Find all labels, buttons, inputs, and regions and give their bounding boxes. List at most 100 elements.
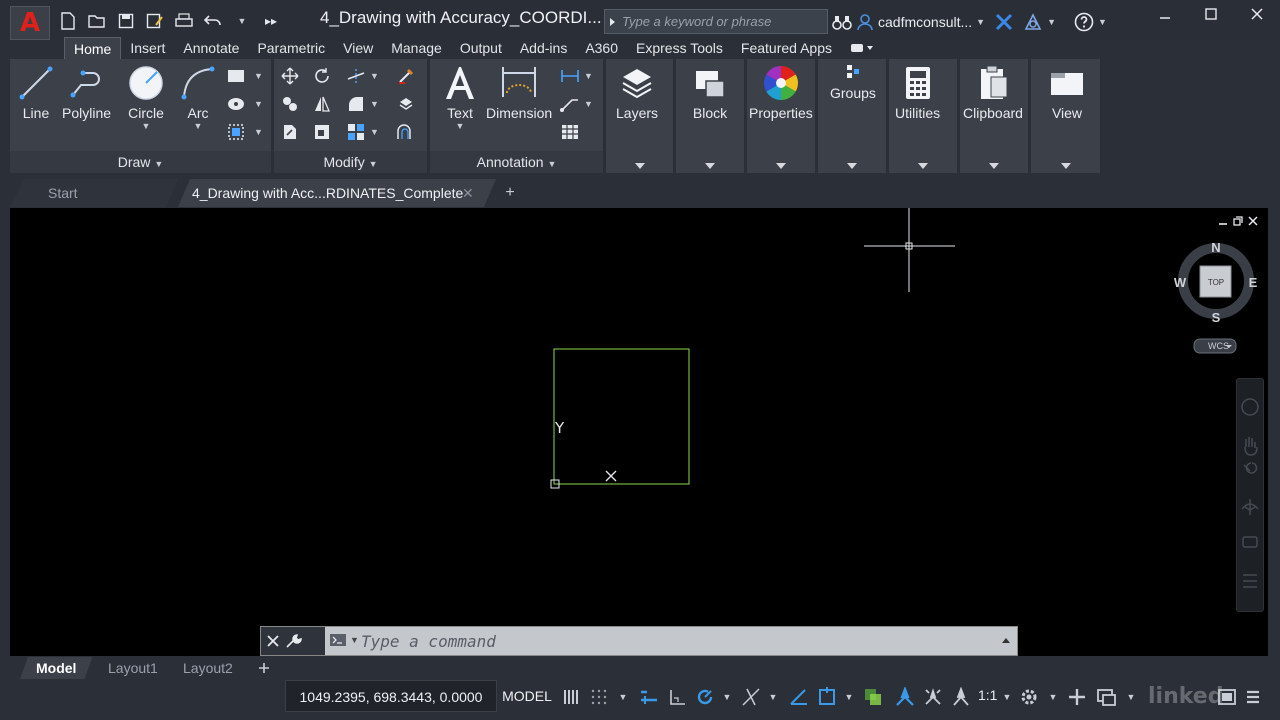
pan-icon[interactable] bbox=[1244, 437, 1258, 456]
application-menu-button[interactable]: A bbox=[10, 6, 50, 40]
ribbon-minimize-toggle[interactable] bbox=[841, 37, 883, 59]
properties-tool[interactable]: Properties bbox=[749, 63, 813, 121]
tab-express-tools[interactable]: Express Tools bbox=[627, 37, 732, 59]
polar-tracking-icon[interactable] bbox=[694, 686, 716, 708]
command-prompt-icon[interactable]: ▼ bbox=[329, 632, 359, 648]
boundary-dropdown-icon[interactable]: ▼ bbox=[254, 127, 263, 137]
new-tab-button[interactable]: + bbox=[498, 183, 522, 203]
tab-a360[interactable]: A360 bbox=[576, 37, 627, 59]
zoom-extents-icon[interactable] bbox=[1243, 462, 1258, 474]
text-tool[interactable]: Text ▼ bbox=[440, 63, 480, 131]
boundary-icon[interactable] bbox=[224, 121, 248, 143]
scale-icon[interactable] bbox=[310, 121, 334, 143]
dimension-tool[interactable]: Dimension bbox=[486, 63, 552, 121]
close-tab-icon[interactable]: ✕ bbox=[462, 179, 474, 207]
help-dropdown-icon[interactable]: ▼ bbox=[1098, 17, 1107, 27]
utilities-expand-icon[interactable] bbox=[918, 163, 928, 169]
object-snap-icon[interactable] bbox=[816, 686, 838, 708]
modify-panel-title[interactable]: Modify ▼ bbox=[274, 151, 427, 173]
clean-screen-icon[interactable] bbox=[1216, 686, 1238, 708]
circle-dropdown-icon[interactable]: ▼ bbox=[142, 121, 151, 131]
annotation-panel-title[interactable]: Annotation ▼ bbox=[430, 151, 603, 173]
polyline-tool[interactable]: Polyline bbox=[62, 63, 111, 121]
undo-icon[interactable] bbox=[200, 10, 226, 32]
copy-icon[interactable] bbox=[278, 93, 302, 115]
viewport-minimize-icon[interactable] bbox=[1218, 216, 1228, 226]
a360-icon[interactable] bbox=[1023, 12, 1043, 31]
utilities-panel[interactable]: Utilities bbox=[889, 59, 958, 173]
maximize-icon[interactable] bbox=[1188, 0, 1234, 28]
ortho-icon[interactable] bbox=[666, 686, 688, 708]
annotation-visibility-icon[interactable] bbox=[894, 686, 916, 708]
rotate-icon[interactable] bbox=[310, 65, 334, 87]
model-space-toggle[interactable]: MODEL bbox=[500, 680, 554, 712]
linear-dimension-icon[interactable] bbox=[558, 65, 582, 87]
fillet-icon[interactable] bbox=[344, 93, 368, 115]
infer-constraints-icon[interactable] bbox=[638, 686, 660, 708]
object-snap-tracking-icon[interactable] bbox=[788, 686, 810, 708]
offset-icon[interactable] bbox=[394, 121, 418, 143]
add-layout-button[interactable] bbox=[254, 659, 274, 677]
move-icon[interactable] bbox=[278, 65, 302, 87]
array-icon[interactable] bbox=[344, 121, 368, 143]
linear-dropdown-icon[interactable]: ▼ bbox=[584, 71, 593, 81]
steering-wheel-icon[interactable] bbox=[1241, 398, 1259, 416]
array-dropdown-icon[interactable]: ▼ bbox=[370, 127, 379, 137]
auto-scale-icon[interactable] bbox=[922, 686, 944, 708]
scale-selector[interactable]: 1:1 bbox=[978, 687, 997, 703]
erase-icon[interactable] bbox=[394, 65, 418, 87]
viewport-close-icon[interactable] bbox=[1248, 216, 1258, 226]
binoculars-icon[interactable] bbox=[832, 14, 852, 30]
snap-dropdown-icon[interactable]: ▼ bbox=[612, 686, 634, 708]
command-line[interactable]: ▼ bbox=[260, 626, 1018, 656]
scale-dropdown-icon[interactable]: ▼ bbox=[996, 686, 1018, 708]
new-icon[interactable] bbox=[55, 10, 81, 32]
groups-tool[interactable]: Groups bbox=[830, 63, 876, 101]
tab-start[interactable]: Start bbox=[10, 179, 178, 207]
clipboard-tool[interactable]: Clipboard bbox=[963, 63, 1023, 121]
search-input[interactable] bbox=[619, 14, 827, 29]
text-dropdown-icon[interactable]: ▼ bbox=[456, 121, 465, 131]
units-dropdown-icon[interactable]: ▼ bbox=[1120, 686, 1142, 708]
tab-model[interactable]: Model bbox=[20, 657, 92, 679]
properties-panel[interactable]: Properties bbox=[747, 59, 816, 173]
leader-icon[interactable] bbox=[558, 93, 582, 115]
tab-layout1[interactable]: Layout1 bbox=[92, 657, 174, 679]
block-panel[interactable]: Block bbox=[676, 59, 745, 173]
layers-tool[interactable]: Layers bbox=[616, 63, 658, 121]
orbit-icon[interactable] bbox=[1241, 499, 1259, 515]
drawing-canvas[interactable]: Y TOP N S E W WCS bbox=[10, 208, 1268, 656]
undo-dropdown-icon[interactable]: ▼ bbox=[229, 10, 255, 32]
viewcube-face-top[interactable]: TOP bbox=[1208, 278, 1224, 287]
utilities-tool[interactable]: Utilities bbox=[895, 63, 940, 121]
annotation-monitor-icon[interactable] bbox=[1066, 686, 1088, 708]
transparency-icon[interactable] bbox=[862, 686, 884, 708]
user-icon[interactable] bbox=[856, 13, 874, 31]
snap-icon[interactable] bbox=[588, 686, 610, 708]
hatch-dropdown-icon[interactable]: ▼ bbox=[254, 99, 263, 109]
viewcube[interactable]: TOP N S E W WCS bbox=[1174, 240, 1258, 354]
grid-icon[interactable] bbox=[560, 686, 582, 708]
leader-dropdown-icon[interactable]: ▼ bbox=[584, 99, 593, 109]
compass-w[interactable]: W bbox=[1174, 275, 1187, 290]
wcs-menu[interactable]: WCS bbox=[1208, 341, 1229, 351]
tab-drawing[interactable]: 4_Drawing with Acc...RDINATES_Complete bbox=[178, 179, 496, 207]
table-icon[interactable] bbox=[558, 121, 582, 143]
command-history-icon[interactable] bbox=[1001, 637, 1011, 644]
save-as-icon[interactable] bbox=[142, 10, 168, 32]
arc-dropdown-icon[interactable]: ▼ bbox=[194, 121, 203, 131]
tab-add-ins[interactable]: Add-ins bbox=[511, 37, 576, 59]
coordinate-readout[interactable]: 1049.2395, 698.3443, 0.0000 bbox=[285, 680, 497, 712]
isodraft-icon[interactable] bbox=[740, 686, 762, 708]
drawn-rectangle[interactable] bbox=[553, 348, 690, 485]
layers-panel[interactable]: Layers bbox=[606, 59, 674, 173]
tab-insert[interactable]: Insert bbox=[121, 37, 174, 59]
view-expand-icon[interactable] bbox=[1060, 163, 1071, 169]
tab-output[interactable]: Output bbox=[451, 37, 511, 59]
tab-home[interactable]: Home bbox=[64, 37, 122, 59]
help-icon[interactable] bbox=[1074, 12, 1094, 32]
compass-n[interactable]: N bbox=[1211, 240, 1220, 255]
isodraft-dropdown-icon[interactable]: ▼ bbox=[762, 686, 784, 708]
user-name[interactable]: cadfmconsult... bbox=[878, 14, 972, 30]
stretch-icon[interactable] bbox=[278, 121, 302, 143]
